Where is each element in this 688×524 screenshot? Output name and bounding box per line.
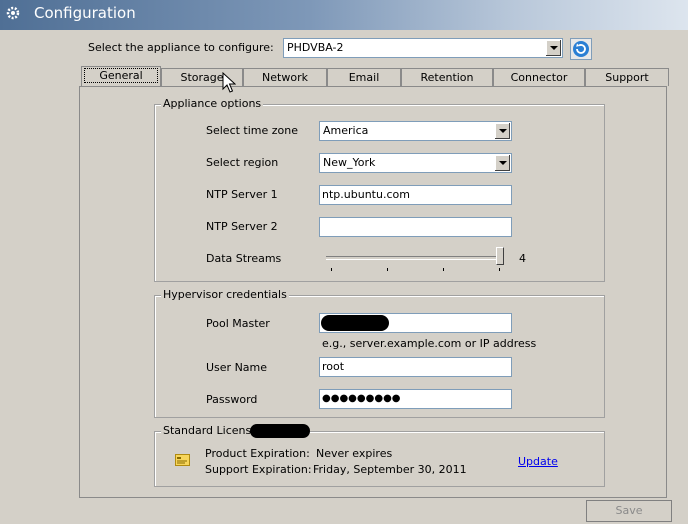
product-expiration-value: Never expires	[316, 447, 393, 460]
tab-network[interactable]: Network	[243, 68, 327, 86]
data-streams-slider-track[interactable]	[326, 256, 502, 260]
ntp1-value: ntp.ubuntu.com	[322, 188, 410, 201]
chevron-down-icon[interactable]	[494, 155, 510, 171]
username-input[interactable]: root	[319, 357, 512, 377]
username-label: User Name	[206, 361, 268, 374]
title-bar: Configuration	[0, 0, 688, 30]
slider-tick	[331, 268, 332, 271]
tab-email[interactable]: Email	[327, 68, 401, 86]
redacted-block	[321, 315, 389, 331]
appliance-select-value: PHDVBA-2	[287, 41, 344, 54]
appliance-select[interactable]: PHDVBA-2	[283, 38, 563, 58]
slider-tick	[499, 268, 500, 271]
region-value: New_York	[323, 156, 376, 169]
ntp2-label: NTP Server 2	[206, 220, 278, 233]
refresh-button[interactable]	[570, 38, 592, 60]
redacted-block	[250, 424, 310, 438]
window-title: Configuration	[34, 4, 136, 22]
mouse-cursor-icon	[222, 72, 236, 93]
update-link[interactable]: Update	[518, 455, 558, 468]
pool-master-input[interactable]	[319, 313, 512, 333]
appliance-label: Select the appliance to configure:	[88, 41, 274, 54]
region-label: Select region	[206, 156, 279, 169]
appliance-options-legend: Appliance options	[161, 97, 264, 110]
password-input[interactable]: ●●●●●●●●●	[319, 389, 512, 409]
ntp1-label: NTP Server 1	[206, 188, 278, 201]
password-value: ●●●●●●●●●	[322, 393, 401, 404]
tab-general[interactable]: General	[81, 66, 161, 86]
chevron-down-icon[interactable]	[494, 123, 510, 139]
license-legend: Standard License:	[161, 424, 264, 437]
slider-tick	[387, 268, 388, 271]
time-zone-label: Select time zone	[206, 124, 299, 137]
chevron-down-icon[interactable]	[545, 40, 561, 56]
tab-connector[interactable]: Connector	[493, 68, 585, 86]
time-zone-select[interactable]: America	[319, 121, 512, 141]
product-expiration-label: Product Expiration:	[205, 447, 310, 460]
username-value: root	[322, 360, 345, 373]
tab-retention[interactable]: Retention	[401, 68, 493, 86]
data-streams-value: 4	[519, 252, 526, 265]
pool-master-hint: e.g., server.example.com or IP address	[322, 337, 537, 350]
password-label: Password	[206, 393, 258, 406]
license-icon	[175, 454, 190, 466]
gear-icon	[6, 6, 20, 20]
hypervisor-credentials-legend: Hypervisor credentials	[161, 288, 289, 301]
data-streams-label: Data Streams	[206, 252, 282, 265]
region-select[interactable]: New_York	[319, 153, 512, 173]
support-expiration-value: Friday, September 30, 2011	[313, 463, 467, 476]
data-streams-slider-thumb[interactable]	[496, 247, 504, 265]
tab-support[interactable]: Support	[585, 68, 669, 86]
save-button[interactable]: Save	[586, 500, 672, 522]
pool-master-label: Pool Master	[206, 317, 270, 330]
time-zone-value: America	[323, 124, 369, 137]
slider-tick	[443, 268, 444, 271]
ntp1-input[interactable]: ntp.ubuntu.com	[319, 185, 512, 205]
ntp2-input[interactable]	[319, 217, 512, 237]
support-expiration-label: Support Expiration:	[205, 463, 312, 476]
refresh-icon	[573, 41, 589, 57]
